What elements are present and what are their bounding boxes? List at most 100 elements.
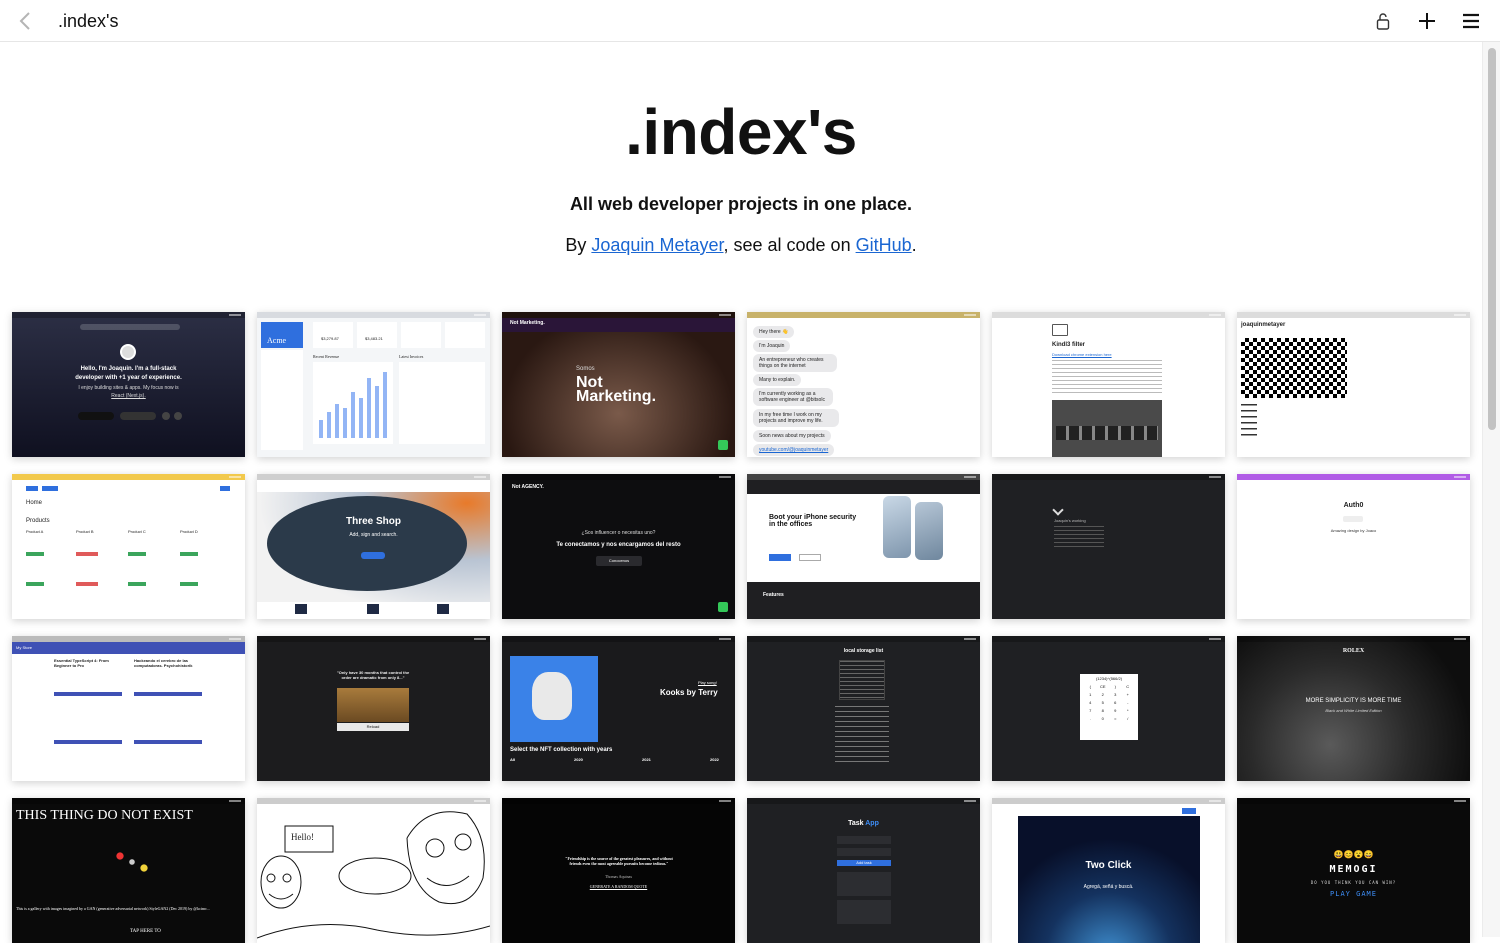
card-text: Features <box>763 592 784 598</box>
project-card-iphone-security[interactable]: Boot your iPhone security in the offices… <box>747 474 980 619</box>
calculator-key: 7 <box>1089 708 1092 713</box>
project-card-joaquinmetayer-qr[interactable]: joaquinmetayer <box>1237 312 1470 457</box>
project-card-task-app[interactable]: Task App Add task <box>747 798 980 943</box>
card-text: Add, sign and search. <box>349 532 398 538</box>
card-text: Product B <box>76 529 94 534</box>
card-text: "Friendship is the source of the greates… <box>565 856 673 866</box>
project-card-not-marketing[interactable]: Not Marketing. Somos Not Marketing. <box>502 312 735 457</box>
card-text: Add task <box>837 860 891 866</box>
project-card-acme-dashboard[interactable]: Acme $3,279.87 $3,483.21 Recent Revenue … <box>257 312 490 457</box>
card-text: I enjoy building sites & apps. My focus … <box>78 385 179 391</box>
card-text: I'm currently working as a software engi… <box>753 388 833 406</box>
card-text: Boot your iPhone security in the offices <box>769 514 857 528</box>
card-text: Amazing design by Joaco <box>1330 528 1377 533</box>
project-card-joaquin-chat[interactable]: Hey there 👋 I'm Joaquin An entrepreneur … <box>747 312 980 457</box>
lock-button[interactable] <box>1372 8 1394 34</box>
calculator-key: ( <box>1089 684 1091 689</box>
card-text: Latest Invoices <box>399 354 424 359</box>
project-card-rolex[interactable]: ROLEX MORE SIMPLICITY IS MORE TIME Black… <box>1237 636 1470 781</box>
card-text: Thomas Aquinas <box>605 874 632 879</box>
card-text: Not AGENCY. <box>512 484 544 490</box>
project-card-two-click[interactable]: Two Click Agregá, señá y buscá. <box>992 798 1225 943</box>
byline-suffix: . <box>911 235 917 255</box>
card-text: Product C <box>128 529 146 534</box>
card-text: Select the NFT collection with years <box>510 747 613 753</box>
project-card-calculator[interactable]: (1234)^(566/2) (CE) C 1 2 3 +4 5 6 - 7 8 9 *. 0 = / <box>992 636 1225 781</box>
calculator-key: 8 <box>1101 708 1104 713</box>
card-text: Play song! <box>698 680 717 685</box>
card-text: MEMOGI <box>1329 864 1378 875</box>
card-text: Hello! <box>291 832 314 842</box>
card-text: Kooks by Terry <box>660 688 718 697</box>
card-text: Two Click <box>1085 860 1132 871</box>
calculator-key: 4 <box>1089 700 1092 705</box>
hero-section: .index's All web developer projects in o… <box>0 42 1482 256</box>
page-title: .index's <box>625 96 857 168</box>
calculator-key: 3 <box>1114 692 1117 697</box>
back-button[interactable] <box>14 9 36 33</box>
vertical-scrollbar[interactable] <box>1482 42 1500 937</box>
card-text: $3,483.21 <box>357 322 397 348</box>
project-card-local-storage-list[interactable]: local storage list <box>747 636 980 781</box>
project-card-doodles[interactable]: Hello! <box>257 798 490 943</box>
project-card-not-agency[interactable]: Not AGENCY. ¿Sos influencer o necesitas … <box>502 474 735 619</box>
project-card-three-shop[interactable]: Three Shop Add, sign and search. <box>257 474 490 619</box>
calculator-key: + <box>1126 692 1129 697</box>
project-card-kindl3-filter[interactable]: Kindl3 filter Download chrome extension … <box>992 312 1225 457</box>
doodle-drawing <box>257 811 490 939</box>
project-card-portfolio[interactable]: Hello, I'm Joaquin. I'm a full-stack dev… <box>12 312 245 457</box>
card-text: Hackeando el cerebro de las computadoras… <box>134 658 193 668</box>
project-card-random-quote[interactable]: "Friendship is the source of the greates… <box>502 798 735 943</box>
card-text: Black and White Limited Edition <box>1325 708 1382 713</box>
calculator-key: = <box>1114 716 1117 721</box>
card-text: joaquinmetayer <box>1241 322 1286 328</box>
card-text: Joaquin's working <box>1054 518 1086 523</box>
card-text: GENERATE A RANDOM QUOTE <box>589 884 648 889</box>
card-text: An entrepreneur who creates things on th… <box>753 354 837 372</box>
new-tab-button[interactable] <box>1416 8 1438 34</box>
scrollbar-thumb[interactable] <box>1488 48 1496 430</box>
byline: By Joaquin Metayer, see al code on GitHu… <box>0 235 1482 256</box>
card-text: $3,279.87 <box>313 322 353 348</box>
card-text: Three Shop <box>345 516 401 527</box>
card-text: 😃😊😮😄 <box>1333 850 1374 859</box>
project-card-this-thing-do-not-exist[interactable]: THIS THING DO NOT EXIST This is a galler… <box>12 798 245 943</box>
calculator-key: 9 <box>1114 708 1117 713</box>
card-text: My Store <box>12 642 245 654</box>
github-link[interactable]: GitHub <box>856 235 912 255</box>
card-text: Kindl3 filter <box>1052 342 1086 348</box>
card-text: Many to explain. <box>753 374 802 386</box>
card-text: 2020 <box>574 757 583 762</box>
calculator-key: C <box>1126 684 1130 689</box>
calculator-key: / <box>1127 716 1129 721</box>
card-text: TAP HERE TO <box>130 929 161 934</box>
project-card-kooks-by-terry[interactable]: Play song! Kooks by Terry Select the NFT… <box>502 636 735 781</box>
card-text: This is a gallery with images imagined b… <box>16 906 210 911</box>
card-text: youtube.com/@joaquinmetayer <box>753 444 835 456</box>
card-text: Somos <box>576 366 595 372</box>
card-text: Task App <box>747 820 980 827</box>
calculator-keypad: (CE) C 1 2 3 +4 5 6 - 7 8 9 *. 0 = / <box>1084 684 1134 721</box>
hamburger-icon <box>1463 13 1479 29</box>
card-text: Acme <box>261 322 303 348</box>
card-text: React (Next.js). <box>111 393 146 399</box>
project-card-my-store[interactable]: My Store Essential TypeScript 4: From Be… <box>12 636 245 781</box>
author-link[interactable]: Joaquin Metayer <box>591 235 723 255</box>
browser-toolbar: .index's <box>0 0 1500 42</box>
card-text: Home <box>26 500 43 506</box>
menu-button[interactable] <box>1460 8 1482 34</box>
project-card-auth0[interactable]: Auth0 Amazing design by Joaco <box>1237 474 1470 619</box>
project-card-joaquin-working[interactable]: Joaquin's working <box>992 474 1225 619</box>
card-text: (1234)^(566/2) <box>1095 676 1123 681</box>
card-text: All <box>510 757 516 762</box>
calculator-key: 5 <box>1101 700 1104 705</box>
card-text: Soon news about my projects <box>753 430 831 442</box>
byline-middle: , see al code on <box>723 235 856 255</box>
calculator-key: CE <box>1099 684 1106 689</box>
project-card-rat-quote[interactable]: "Only have 30 months that control the or… <box>257 636 490 781</box>
card-text: Essential TypeScript 4: From Beginner to… <box>54 658 109 668</box>
card-text: Product A <box>26 529 44 534</box>
project-card-memogi[interactable]: 😃😊😮😄 MEMOGI DO YOU THINK YOU CAN WIN? PL… <box>1237 798 1470 943</box>
byline-prefix: By <box>565 235 592 255</box>
project-card-redux-store[interactable]: Home Products Product A Product B Produc… <box>12 474 245 619</box>
